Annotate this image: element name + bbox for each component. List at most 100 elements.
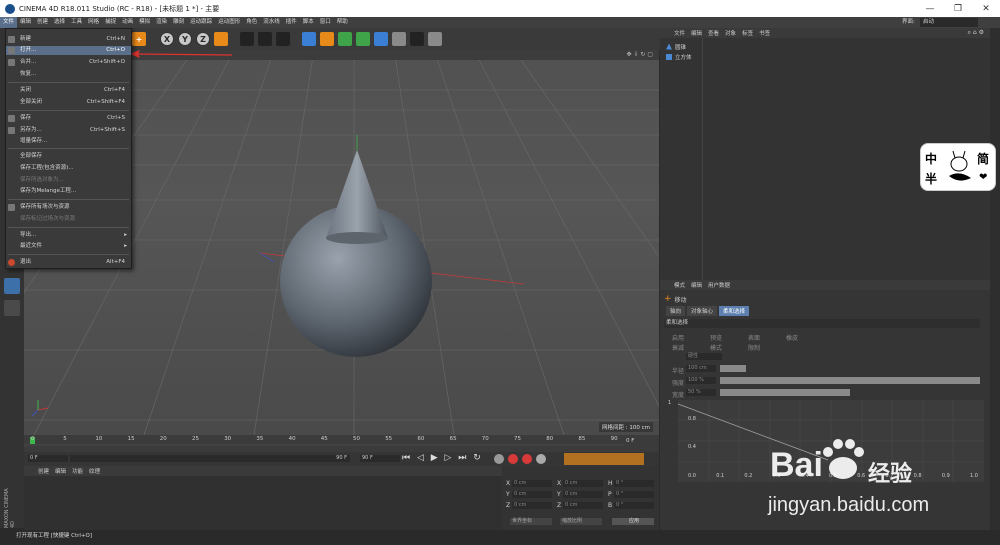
menu-snap[interactable]: 捕捉	[102, 17, 119, 28]
object-row[interactable]: 圆锥	[666, 42, 686, 51]
floor-icon[interactable]	[392, 32, 406, 46]
menu-item-save-melange[interactable]: 保存为Melange工程...	[6, 187, 131, 196]
obj-tab-object[interactable]: 对象	[725, 29, 736, 37]
size-x-field[interactable]: 0 cm	[563, 480, 603, 487]
y-axis-button[interactable]: Y	[178, 32, 192, 46]
menu-script[interactable]: 脚本	[300, 17, 317, 28]
preview-range-slider[interactable]: 90 F	[70, 455, 350, 462]
object-name-cone[interactable]: 圆锥	[675, 43, 686, 51]
subtab-soft-selection[interactable]: 柔和选择	[719, 306, 750, 316]
menu-create[interactable]: 创建	[34, 17, 51, 28]
menu-window[interactable]: 窗口	[317, 17, 334, 28]
menu-item-recent-files[interactable]: 最近文件 ▸	[6, 242, 131, 251]
apply-button[interactable]: 应用	[612, 518, 654, 525]
menu-item-save[interactable]: 保存 Ctrl+S	[6, 114, 131, 123]
layout-select[interactable]: 启动	[920, 18, 978, 27]
mat-tab-create[interactable]: 创建	[38, 467, 49, 475]
strength-field[interactable]: 100 %	[686, 377, 716, 384]
render-picture-icon[interactable]	[258, 32, 272, 46]
mograph-icon[interactable]	[356, 32, 370, 46]
mat-tab-function[interactable]: 功能	[72, 467, 83, 475]
subdivision-icon[interactable]	[338, 32, 352, 46]
obj-tab-view[interactable]: 查看	[708, 29, 719, 37]
strength-slider[interactable]	[720, 377, 980, 384]
maximize-button[interactable]: ❐	[944, 0, 972, 17]
minimize-button[interactable]: —	[916, 0, 944, 17]
attr-tab-mode[interactable]: 模式	[674, 281, 685, 289]
menu-select[interactable]: 选择	[51, 17, 68, 28]
obj-tab-edit[interactable]: 编辑	[691, 29, 702, 37]
deformer-icon[interactable]	[374, 32, 388, 46]
radius-slider[interactable]	[720, 365, 746, 372]
search-icon[interactable]: ⌕ ⌂ ⚙	[968, 29, 984, 37]
width-slider[interactable]	[720, 389, 850, 396]
add-icon[interactable]: +	[132, 32, 146, 46]
obj-tab-file[interactable]: 文件	[674, 29, 685, 37]
object-name-cube[interactable]: 立方体	[675, 53, 692, 61]
menu-item-save-marked-takes[interactable]: 保存标记过场次与资源	[6, 215, 131, 224]
render-settings-icon[interactable]	[276, 32, 290, 46]
menu-edit[interactable]: 编辑	[17, 17, 34, 28]
menu-item-export[interactable]: 导出... ▸	[6, 231, 131, 240]
attr-tab-user-data[interactable]: 用户数据	[708, 281, 730, 289]
start-frame-field[interactable]: 0 F	[28, 455, 68, 462]
close-button[interactable]: ✕	[972, 0, 1000, 17]
cube-icon[interactable]	[302, 32, 316, 46]
pos-y-field[interactable]: 0 cm	[512, 491, 552, 498]
right-side-tabs[interactable]	[990, 28, 1000, 530]
menu-simulate[interactable]: 模拟	[136, 17, 153, 28]
end-frame-field[interactable]: 90 F	[360, 455, 400, 462]
menu-plugins[interactable]: 插件	[283, 17, 300, 28]
menu-mograph[interactable]: 运动图形	[215, 17, 243, 28]
viewport-nav-icons[interactable]: ✥ ⇩ ↻ ▢	[627, 51, 653, 58]
falloff-type-select[interactable]: 硬性	[686, 353, 722, 360]
rot-p-field[interactable]: 0 °	[614, 491, 654, 498]
record-icon[interactable]	[508, 454, 518, 464]
menu-render[interactable]: 渲染	[153, 17, 170, 28]
timeline-ruler[interactable]: 0 5 10 15 20 25 30 35 40 45 50 55 60 65 70 75 80 85 90 0 F	[24, 435, 659, 452]
menu-mesh[interactable]: 网格	[85, 17, 102, 28]
keyframe-icon[interactable]	[494, 454, 504, 464]
coord-system-icon[interactable]	[214, 32, 228, 46]
playback-controls[interactable]: ⏮ ◁ ▶ ▷ ⏭ ↻	[402, 453, 483, 463]
menu-sculpt[interactable]: 雕刻	[170, 17, 187, 28]
snap-mode-icon[interactable]	[4, 300, 20, 316]
menu-pipeline[interactable]: 流水线	[260, 17, 283, 28]
pos-x-field[interactable]: 0 cm	[512, 480, 552, 487]
obj-tab-bookmarks[interactable]: 书签	[759, 29, 770, 37]
pen-icon[interactable]	[320, 32, 334, 46]
obj-tab-tags[interactable]: 标签	[742, 29, 753, 37]
auto-key-icon[interactable]	[522, 454, 532, 464]
menu-item-close-all[interactable]: 全部关闭 Ctrl+Shift+F4	[6, 98, 131, 107]
pos-z-field[interactable]: 0 cm	[512, 502, 552, 509]
render-view-icon[interactable]	[240, 32, 254, 46]
menu-item-save-all[interactable]: 全部保存	[6, 152, 131, 161]
menu-animate[interactable]: 动画	[119, 17, 136, 28]
menu-tools[interactable]: 工具	[68, 17, 85, 28]
menu-item-revert[interactable]: 恢复...	[6, 70, 131, 79]
menu-item-save-all-takes[interactable]: 保存所有场次与资源	[6, 203, 131, 212]
mat-tab-texture[interactable]: 纹理	[89, 467, 100, 475]
menu-item-save-as[interactable]: 另存为... Ctrl+Shift+S	[6, 126, 131, 135]
width-field[interactable]: 50 %	[686, 389, 716, 396]
coord-system-select[interactable]: 世界坐标	[510, 518, 552, 525]
size-y-field[interactable]: 0 cm	[563, 491, 603, 498]
model-mode-icon[interactable]	[4, 278, 20, 294]
rot-b-field[interactable]: 0 °	[614, 502, 654, 509]
menu-item-save-selected[interactable]: 保存所选对象为...	[6, 176, 131, 185]
radius-field[interactable]: 100 cm	[686, 365, 716, 372]
x-axis-button[interactable]: X	[160, 32, 174, 46]
cone-object[interactable]	[326, 150, 388, 243]
menu-item-new[interactable]: 新建 Ctrl+N	[6, 35, 131, 44]
menu-item-exit[interactable]: 退出 Alt+F4	[6, 258, 131, 267]
menu-item-merge[interactable]: 合并... Ctrl+Shift+O	[6, 58, 131, 67]
subtab-object-axis[interactable]: 对象轴心	[687, 306, 718, 316]
key-mode-buttons[interactable]	[564, 453, 644, 465]
menu-file[interactable]: 文件	[0, 17, 18, 28]
subtab-axis[interactable]: 轴向	[666, 306, 686, 316]
menu-item-incremental-save[interactable]: 增量保存...	[6, 137, 131, 146]
menu-item-open[interactable]: 打开... Ctrl+O	[6, 46, 131, 55]
z-axis-button[interactable]: Z	[196, 32, 210, 46]
menu-character[interactable]: 角色	[243, 17, 260, 28]
menu-item-close[interactable]: 关闭 Ctrl+F4	[6, 86, 131, 95]
